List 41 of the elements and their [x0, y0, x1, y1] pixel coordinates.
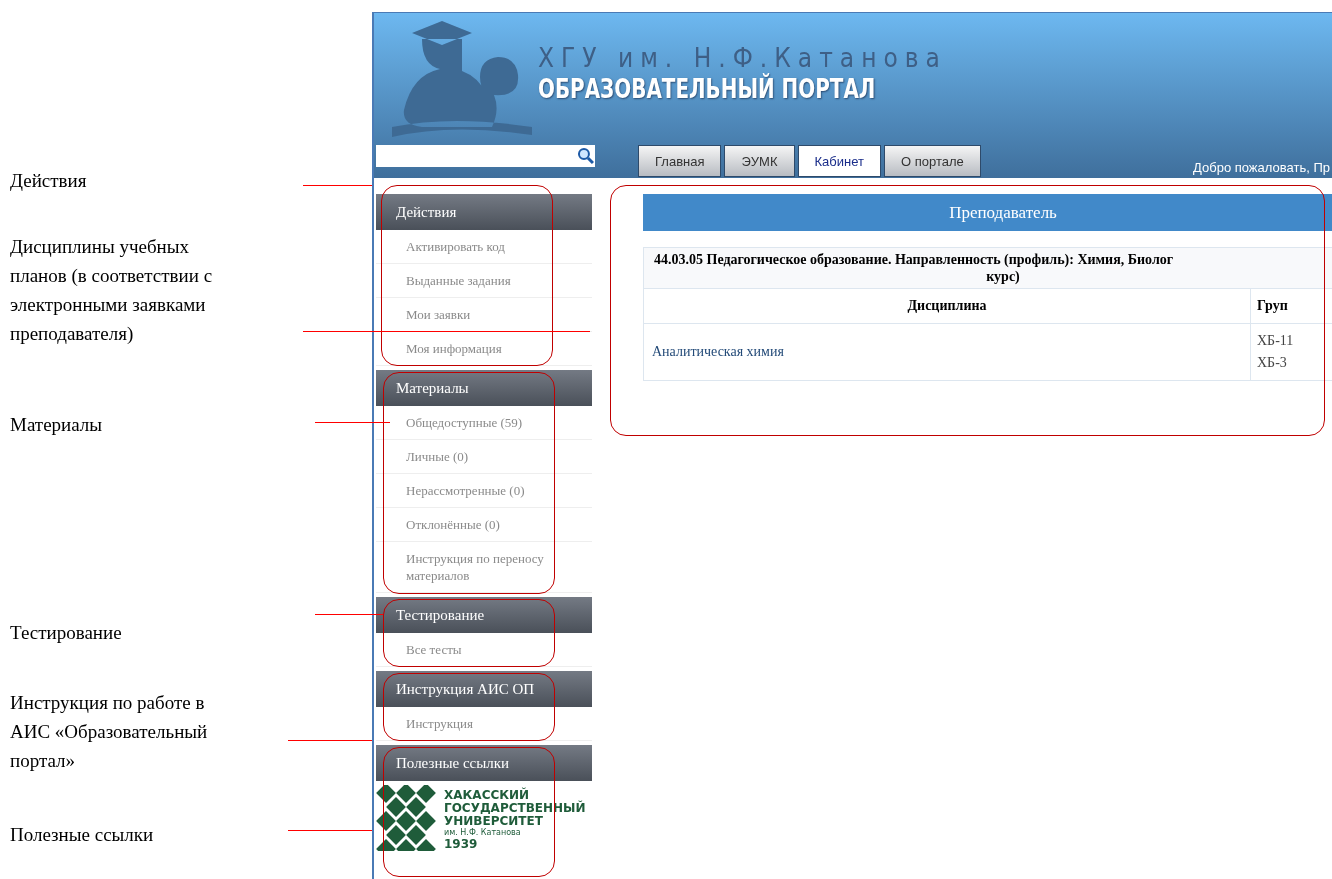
program-heading: 44.03.05 Педагогическое образование. Направленность (профиль): Химия, Биолог курс) [643, 247, 1332, 289]
sidebar-item[interactable]: Инструкция по переносу материалов [376, 542, 592, 593]
nav-tab[interactable]: О портале [883, 145, 981, 177]
sidebar-item[interactable]: Нерассмотренные (0) [376, 474, 592, 508]
search-icon[interactable] [577, 147, 595, 165]
sidebar-item[interactable]: Моя информация [376, 332, 592, 366]
portal-title: ОБРАЗОВАТЕЛЬНЫЙ ПОРТАЛ [538, 73, 876, 105]
sidebar-section-header: Полезные ссылки [376, 745, 592, 781]
annotation-label: Действия [10, 169, 88, 193]
nav-tab[interactable]: ЭУМК [724, 145, 795, 177]
sidebar-section-header: Материалы [376, 370, 592, 406]
column-header: Дисциплина [643, 288, 1251, 324]
welcome-text: Добро пожаловать, Пр [1193, 160, 1330, 177]
annotation-label: Полезные ссылки [10, 823, 155, 847]
sidebar-item[interactable]: Все тесты [376, 633, 592, 667]
annotation-label: Инструкция по работе в АИС «Образовательный портал» [10, 691, 209, 773]
annotation-label: Тестирование [10, 621, 123, 645]
sidebar-item[interactable]: Мои заявки [376, 298, 592, 332]
sidebar-item[interactable]: Личные (0) [376, 440, 592, 474]
sidebar-section-header: Тестирование [376, 597, 592, 633]
sidebar-section-header: Инструкция АИС ОП [376, 671, 592, 707]
leader-line [303, 185, 372, 186]
content-title-bar: Преподаватель [643, 194, 1332, 231]
sidebar-item[interactable]: Общедоступные (59) [376, 406, 592, 440]
annotation-label: Дисциплины учебных планов (в соответствии с электронными заявками преподавателя) [10, 235, 214, 346]
annotation-label: Материалы [10, 413, 104, 437]
sidebar-item[interactable]: Отклонённые (0) [376, 508, 592, 542]
nav-tab[interactable]: Главная [638, 145, 722, 177]
sidebar-section-header: Действия [376, 194, 592, 230]
university-logo-text: 1939 [444, 838, 479, 851]
discipline-link[interactable]: Аналитическая химия [652, 344, 784, 359]
diamond-pattern-icon [376, 785, 438, 851]
sidebar-item[interactable]: Выданные задания [376, 264, 592, 298]
nav-tab[interactable]: Кабинет [797, 145, 881, 177]
leader-line [315, 614, 383, 615]
university-logo-text: УНИВЕРСИТЕТ [444, 815, 544, 828]
university-name: ХГУ им. Н.Ф.Катанова [538, 43, 948, 73]
university-logo-text: ХАКАССКИЙ [444, 789, 530, 802]
sidebar-item[interactable]: Активировать код [376, 230, 592, 264]
sidebar-item[interactable]: Инструкция [376, 707, 592, 741]
university-logo-text: им. Н.Ф. Катанова [444, 828, 522, 838]
